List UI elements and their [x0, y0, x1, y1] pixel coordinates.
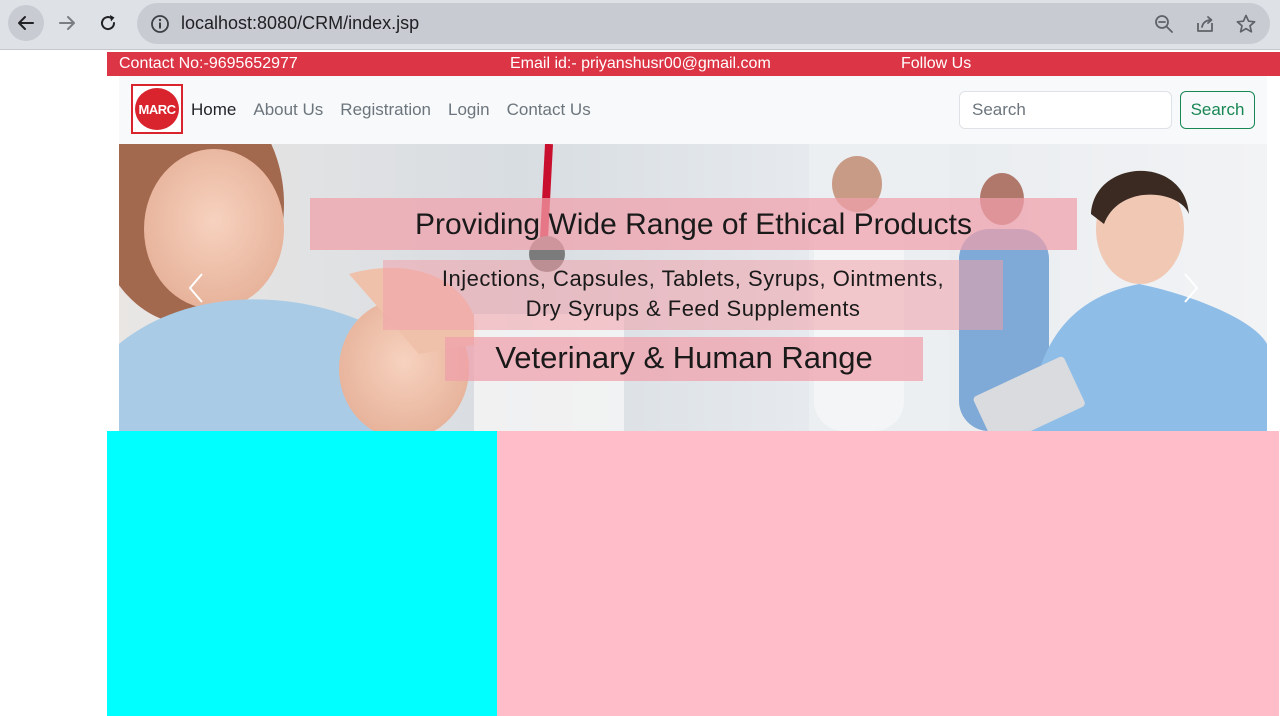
reload-icon	[101, 15, 116, 31]
forward-button[interactable]	[49, 5, 85, 41]
forward-arrow-icon	[59, 16, 75, 30]
nav-link-login[interactable]: Login	[448, 100, 490, 119]
carousel-prev-button[interactable]	[181, 268, 211, 308]
zoom-icon[interactable]	[1153, 13, 1175, 35]
brand-logo[interactable]: MARC	[131, 84, 183, 134]
banner-products-line1: Injections, Capsules, Tablets, Syrups, O…	[441, 266, 945, 291]
star-icon[interactable]	[1235, 13, 1257, 35]
web-page: Contact No:-9695652977 Email id:- priyan…	[0, 50, 1280, 716]
logo-text: MARC	[138, 101, 177, 117]
chevron-right-icon	[1184, 273, 1199, 303]
contact-email: Email id:- priyanshusr00@gmail.com	[510, 55, 771, 72]
contact-number: Contact No:-9695652977	[119, 55, 298, 72]
left-content-panel	[107, 431, 497, 716]
follow-us-link[interactable]: Follow Us	[901, 55, 971, 73]
carousel-next-button[interactable]	[1176, 268, 1206, 308]
nav-link-home[interactable]: Home	[191, 100, 236, 119]
banner-range: Veterinary & Human Range	[495, 340, 873, 375]
url-text: localhost:8080/CRM/index.jsp	[181, 13, 420, 33]
share-icon[interactable]	[1194, 13, 1216, 35]
reload-button[interactable]	[90, 5, 126, 41]
back-button[interactable]	[8, 5, 44, 41]
search-button[interactable]: Search	[1180, 91, 1255, 129]
nav-link-about[interactable]: About Us	[253, 100, 323, 119]
nav-links: Home About Us Registration Login Contact Us	[191, 100, 608, 120]
browser-toolbar: localhost:8080/CRM/index.jsp	[0, 0, 1280, 50]
contact-bar: Contact No:-9695652977 Email id:- priyan…	[107, 52, 1280, 76]
nav-link-contact[interactable]: Contact Us	[507, 100, 591, 119]
banner-products-line2: Dry Syrups & Feed Supplements	[525, 296, 861, 321]
address-bar[interactable]: localhost:8080/CRM/index.jsp	[137, 3, 1270, 44]
back-arrow-icon	[18, 16, 34, 30]
nav-link-registration[interactable]: Registration	[340, 100, 431, 119]
main-navbar: MARC Home About Us Registration Login Contac…	[119, 76, 1267, 144]
right-content-panel	[497, 431, 1279, 716]
info-icon[interactable]	[150, 14, 170, 34]
hero-carousel: Providing Wide Range of Ethical Products…	[119, 144, 1267, 431]
logo-badge: MARC	[135, 88, 179, 130]
banner-headline: Providing Wide Range of Ethical Products	[415, 208, 972, 241]
chevron-left-icon	[188, 273, 203, 303]
search-input[interactable]	[959, 91, 1172, 129]
